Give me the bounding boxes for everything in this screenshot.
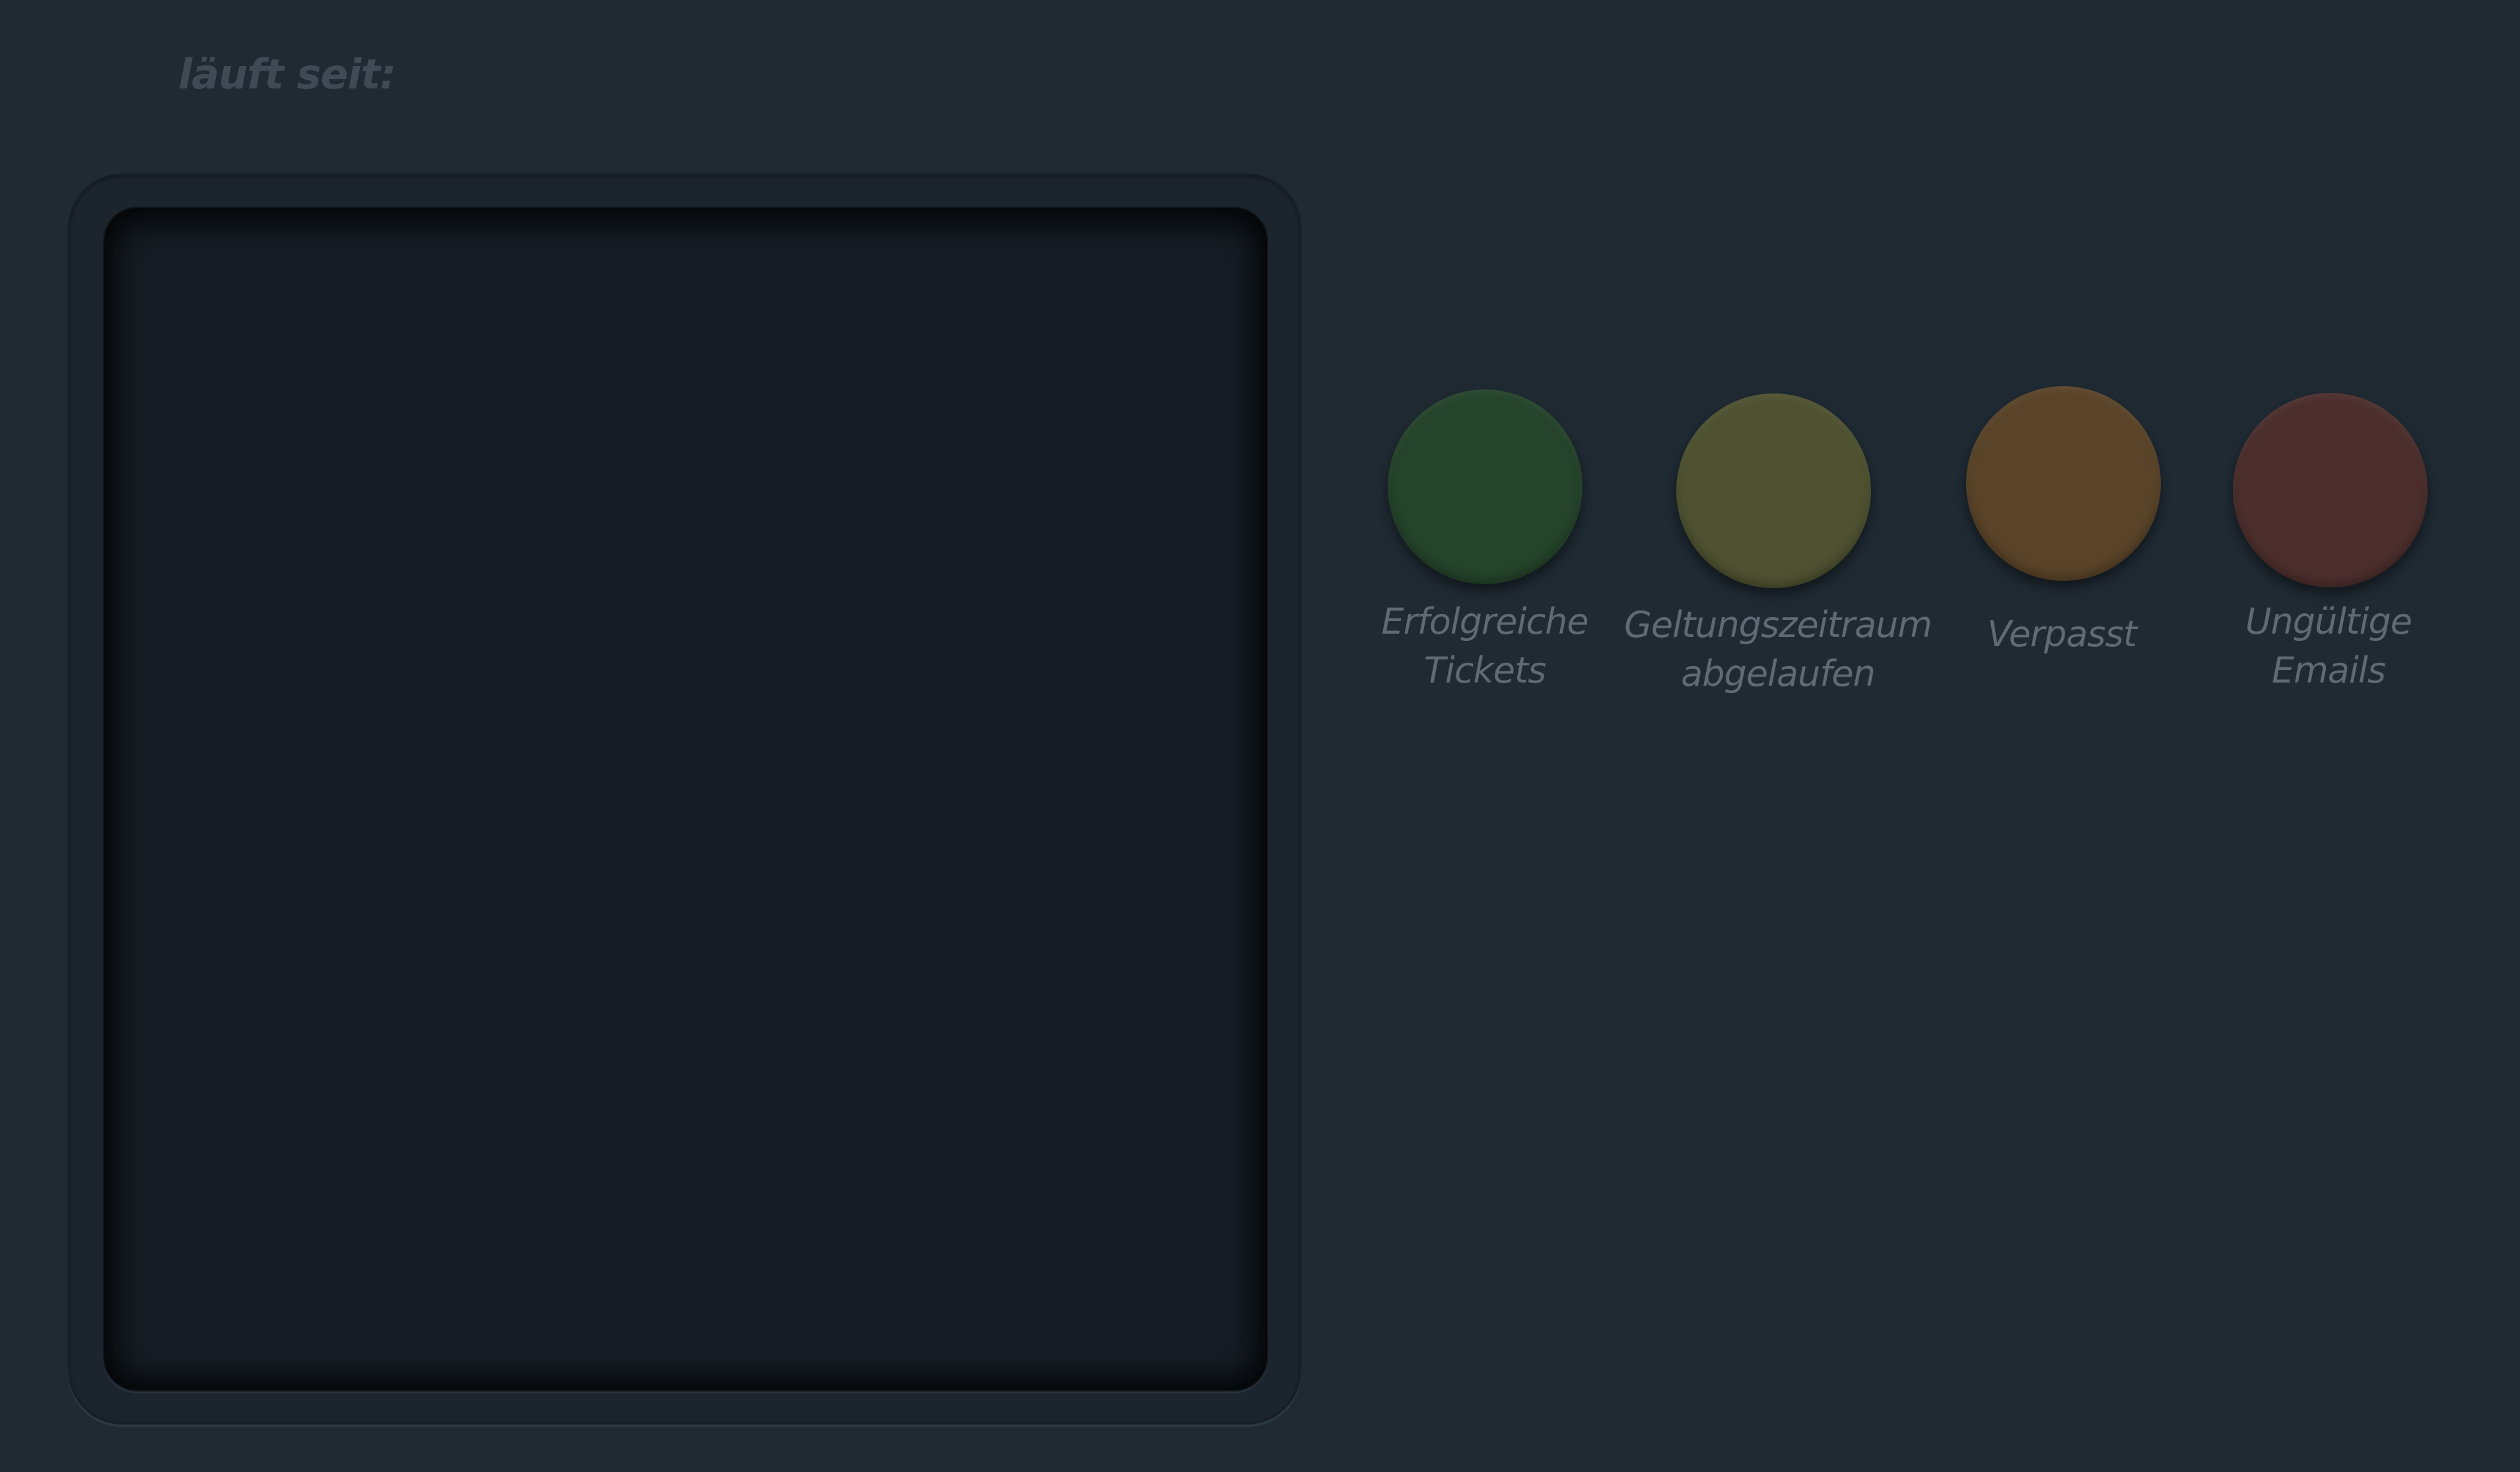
display-panel xyxy=(103,207,1268,1391)
invalid-emails-indicator xyxy=(2233,393,2428,587)
invalid-emails-label: Ungültige Emails xyxy=(2144,597,2513,695)
invalid-emails-label-line1: Ungültige xyxy=(2245,601,2412,642)
invalid-emails-label-line2: Emails xyxy=(2272,650,2386,691)
runtime-label: läuft seit: xyxy=(178,50,396,98)
missed-indicator xyxy=(1966,386,2161,581)
validity-expired-indicator xyxy=(1676,393,1871,588)
successful-tickets-indicator xyxy=(1388,389,1583,584)
